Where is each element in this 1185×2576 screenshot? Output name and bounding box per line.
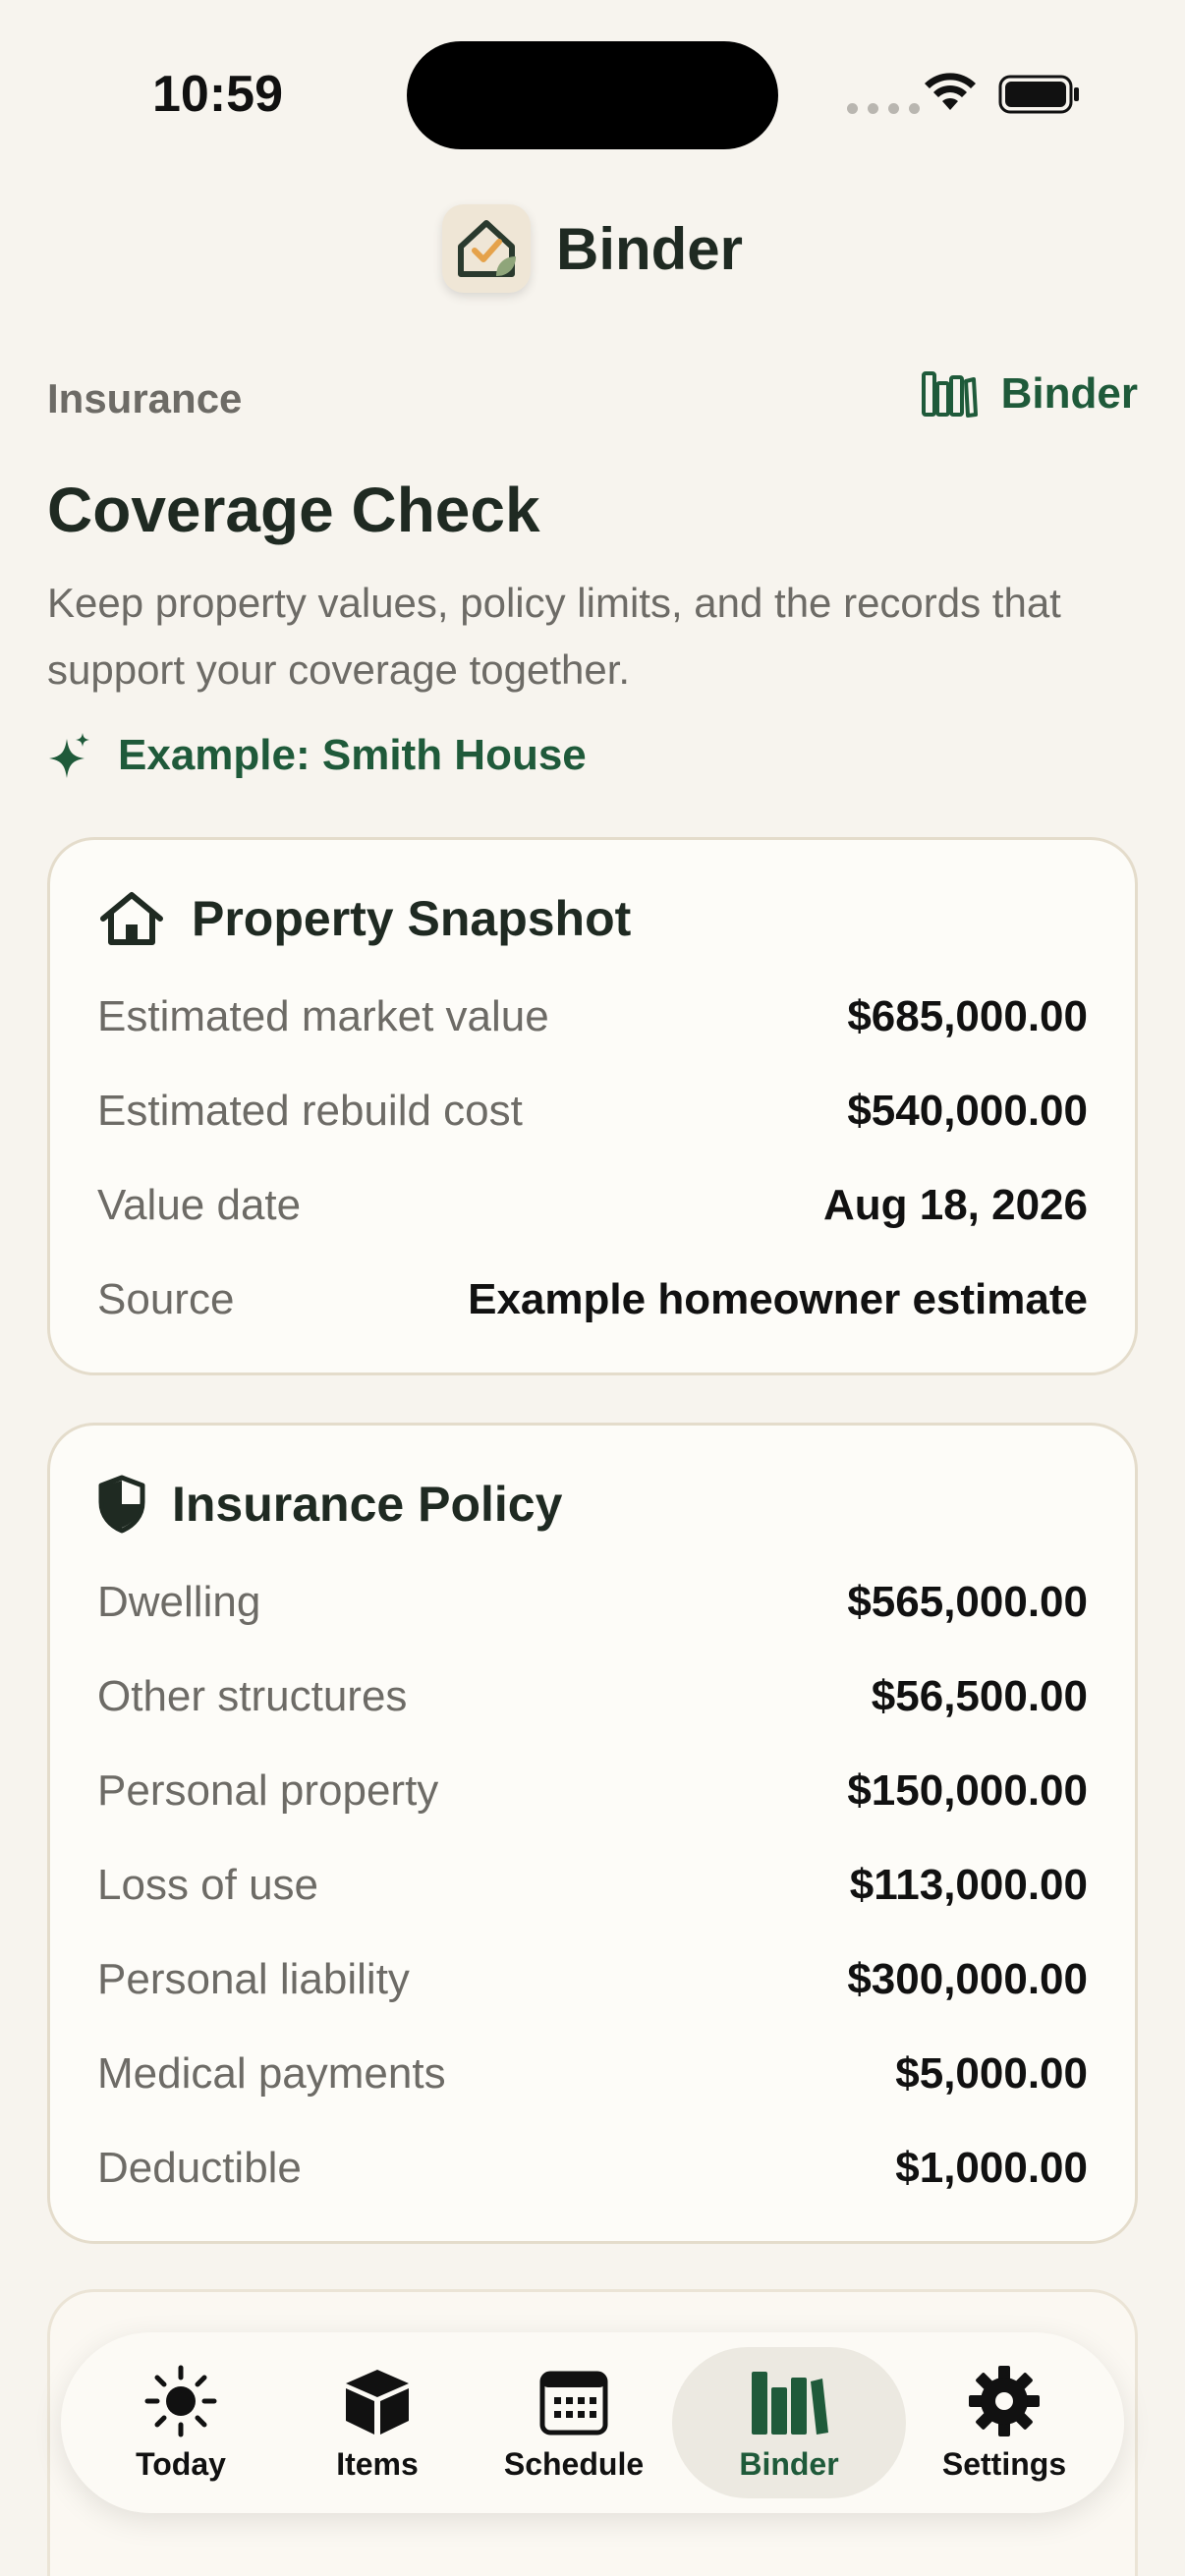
row-label: Medical payments xyxy=(97,2049,446,2098)
policy-row: Dwelling $565,000.00 xyxy=(97,1573,1088,1632)
insurance-policy-title: Insurance Policy xyxy=(172,1477,563,1532)
row-value: $150,000.00 xyxy=(847,1766,1088,1815)
insurance-policy-card: Insurance Policy Dwelling $565,000.00 Oth… xyxy=(47,1423,1138,2244)
row-label: Personal liability xyxy=(97,1955,410,2003)
sparkles-icon xyxy=(49,733,89,778)
page-title: Coverage Check xyxy=(47,475,540,545)
binder-link-button[interactable]: Binder xyxy=(921,369,1138,419)
example-label: Example: Smith House xyxy=(118,731,587,779)
wifi-icon xyxy=(925,73,976,110)
row-label: Source xyxy=(97,1275,235,1323)
property-snapshot-header: Property Snapshot xyxy=(97,889,631,948)
tab-bar: Today Items Schedule Binder Settings xyxy=(61,2332,1124,2513)
policy-row: Medical payments $5,000.00 xyxy=(97,2044,1088,2103)
tab-label: Schedule xyxy=(503,2445,645,2482)
row-value: $565,000.00 xyxy=(847,1578,1088,1626)
policy-row: Loss of use $113,000.00 xyxy=(97,1856,1088,1915)
row-label: Dwelling xyxy=(97,1578,261,1626)
tab-label: Items xyxy=(336,2445,419,2482)
row-label: Value date xyxy=(97,1181,302,1229)
tab-schedule[interactable]: Schedule xyxy=(476,2347,672,2498)
property-snapshot-title: Property Snapshot xyxy=(192,891,632,946)
row-value: $300,000.00 xyxy=(847,1955,1088,2003)
sun-icon xyxy=(144,2365,217,2436)
binder-link-label: Binder xyxy=(1000,369,1138,418)
tab-items[interactable]: Items xyxy=(279,2347,476,2498)
gear-icon xyxy=(969,2365,1040,2436)
tab-label: Binder xyxy=(739,2445,839,2482)
snapshot-row: Estimated rebuild cost $540,000.00 xyxy=(97,1082,1088,1141)
books-icon xyxy=(752,2371,828,2435)
row-value: $5,000.00 xyxy=(895,2049,1088,2098)
property-snapshot-card: Property Snapshot Estimated market value… xyxy=(47,837,1138,1375)
row-label: Estimated market value xyxy=(97,992,549,1040)
tab-label: Today xyxy=(136,2445,226,2482)
row-value: Example homeowner estimate xyxy=(468,1275,1088,1323)
calendar-icon xyxy=(539,2371,608,2435)
screen: 10:59 Binder Insurance Binder Coverage C… xyxy=(0,0,1185,2576)
snapshot-row: Source Example homeowner estimate xyxy=(97,1270,1088,1329)
policy-row: Deductible $1,000.00 xyxy=(97,2139,1088,2198)
tab-label: Settings xyxy=(941,2445,1067,2482)
policy-row: Personal property $150,000.00 xyxy=(97,1762,1088,1820)
house-icon xyxy=(100,892,163,945)
snapshot-row: Value date Aug 18, 2026 xyxy=(97,1176,1088,1235)
example-button[interactable]: Example: Smith House xyxy=(47,731,587,780)
battery-icon xyxy=(998,75,1079,114)
page-description: Keep property values, policy limits, and… xyxy=(47,580,1061,693)
cellular-signal-icon xyxy=(847,103,920,114)
app-title: Binder xyxy=(555,215,744,282)
row-value: $56,500.00 xyxy=(871,1672,1088,1720)
app-logo-icon xyxy=(441,204,531,293)
tab-binder[interactable]: Binder xyxy=(672,2347,906,2498)
row-label: Other structures xyxy=(97,1672,408,1720)
tab-today[interactable]: Today xyxy=(83,2347,279,2498)
shield-icon xyxy=(98,1475,145,1534)
row-value: Aug 18, 2026 xyxy=(822,1181,1088,1229)
status-time: 10:59 xyxy=(152,66,283,123)
policy-row: Personal liability $300,000.00 xyxy=(97,1950,1088,2009)
row-value: $1,000.00 xyxy=(895,2144,1088,2192)
row-value: $685,000.00 xyxy=(847,992,1088,1040)
box-icon xyxy=(346,2369,409,2435)
insurance-policy-header: Insurance Policy xyxy=(97,1475,562,1534)
books-icon xyxy=(921,371,978,418)
dynamic-island xyxy=(407,41,778,149)
row-value: $540,000.00 xyxy=(847,1087,1088,1135)
row-value: $113,000.00 xyxy=(849,1861,1088,1909)
row-label: Deductible xyxy=(97,2144,302,2192)
policy-row: Other structures $56,500.00 xyxy=(97,1667,1088,1726)
tab-settings[interactable]: Settings xyxy=(906,2347,1102,2498)
row-label: Personal property xyxy=(97,1766,439,1815)
snapshot-row: Estimated market value $685,000.00 xyxy=(97,987,1088,1046)
app-header: Binder xyxy=(0,201,1185,296)
section-label: Insurance xyxy=(47,375,243,421)
row-label: Loss of use xyxy=(97,1861,319,1909)
row-label: Estimated rebuild cost xyxy=(97,1087,523,1135)
